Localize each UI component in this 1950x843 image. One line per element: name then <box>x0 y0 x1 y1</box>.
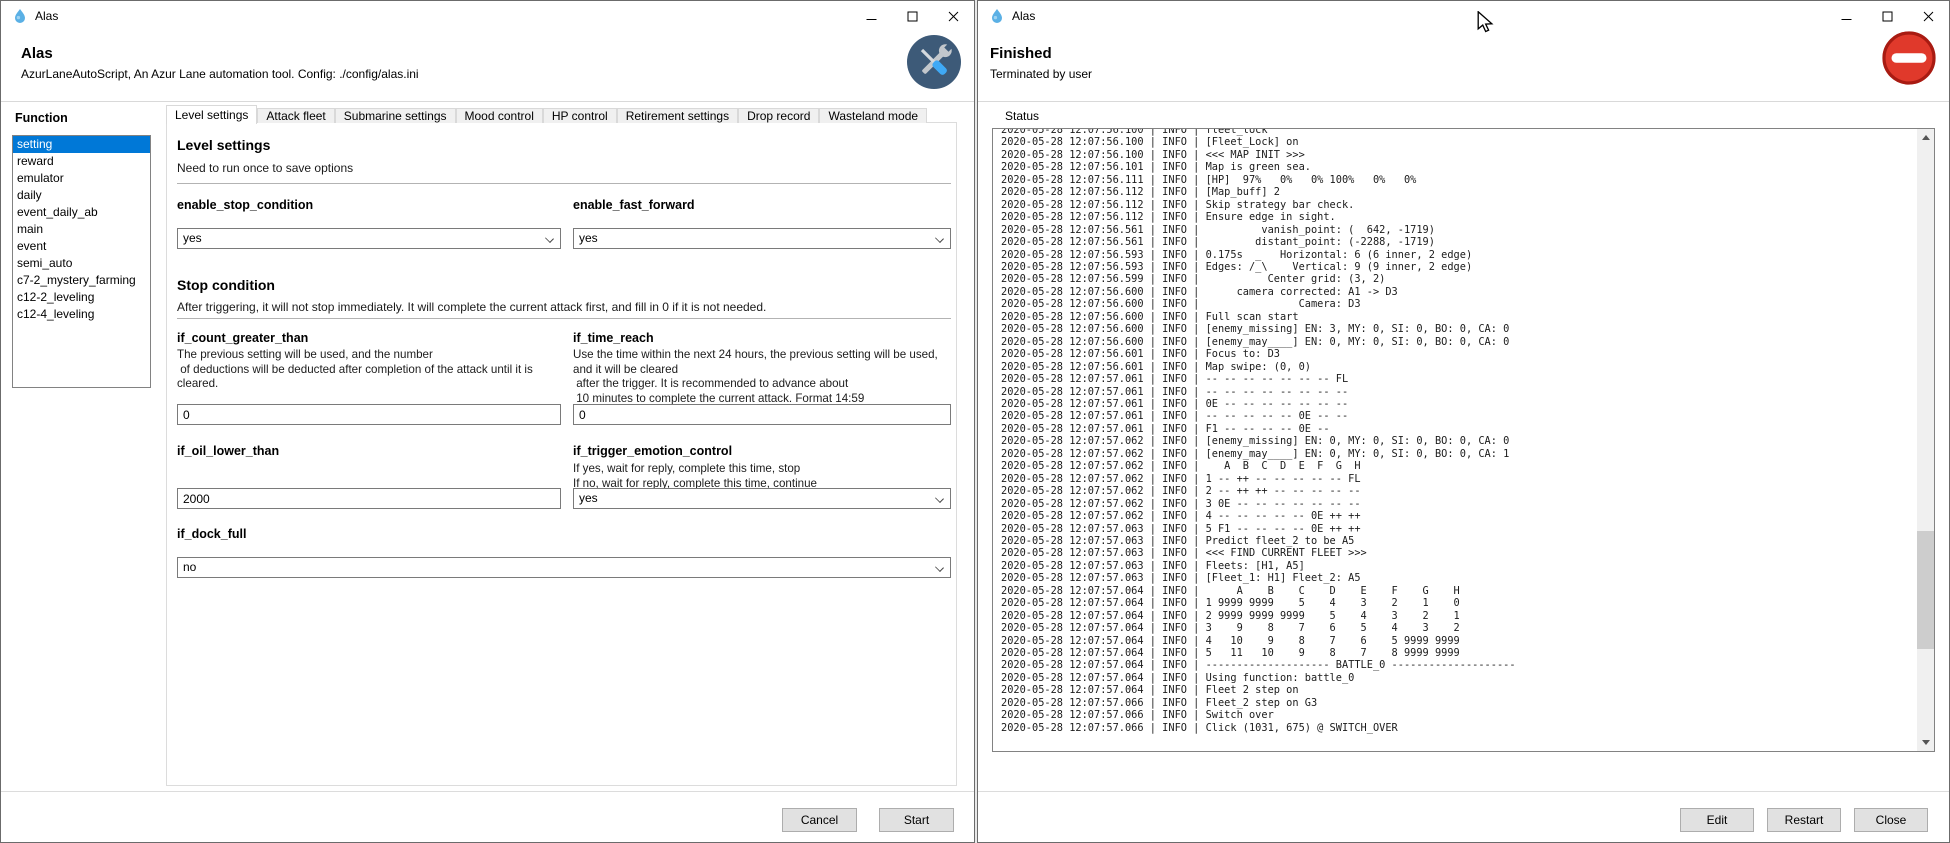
field-help: If yes, wait for reply, complete this ti… <box>573 462 951 491</box>
window-title: Alas <box>1012 9 1035 23</box>
chevron-down-icon <box>935 494 944 503</box>
caption-buttons <box>851 1 974 31</box>
close-icon[interactable] <box>1908 1 1949 31</box>
edit-button[interactable]: Edit <box>1680 808 1754 832</box>
if-trigger-emotion-control-select[interactable]: yes <box>573 488 951 509</box>
if-oil-lower-than-input[interactable] <box>177 488 561 509</box>
field-label-if-time-reach: if_time_reach <box>573 331 951 345</box>
sidebar-item-reward[interactable]: reward <box>13 153 150 170</box>
if-dock-full-select[interactable]: no <box>177 557 951 578</box>
maximize-icon[interactable] <box>1867 1 1908 31</box>
if-count-greater-than-input[interactable] <box>177 404 561 425</box>
tab-submarine-settings[interactable]: Submarine settings <box>335 108 456 123</box>
titlebar: Alas <box>1 1 974 31</box>
sidebar-item-c12-2_leveling[interactable]: c12-2_leveling <box>13 289 150 306</box>
status-subtitle: Terminated by user <box>990 67 1092 81</box>
scroll-up-icon[interactable] <box>1917 129 1934 146</box>
mouse-cursor <box>1477 11 1497 38</box>
header-divider <box>978 101 1949 102</box>
restart-button[interactable]: Restart <box>1767 808 1841 832</box>
function-list: settingrewardemulatordailyevent_daily_ab… <box>12 135 151 388</box>
enable-fast-forward-select[interactable]: yes <box>573 228 951 249</box>
tab-retirement-settings[interactable]: Retirement settings <box>617 108 738 123</box>
section-description: After triggering, it will not stop immed… <box>177 300 937 314</box>
tab-level-settings[interactable]: Level settings <box>166 105 257 124</box>
form-rule <box>177 183 951 184</box>
titlebar: Alas <box>978 1 1949 31</box>
window-title: Alas <box>35 9 58 23</box>
tab-wasteland-mode[interactable]: Wasteland mode <box>819 108 927 123</box>
if-trigger-emotion-control-value: yes <box>579 491 598 505</box>
enable-stop-condition-value: yes <box>183 231 202 245</box>
field-label-if-dock-full: if_dock_full <box>177 527 561 541</box>
enable-stop-condition-select[interactable]: yes <box>177 228 561 249</box>
tab-bar: Level settingsAttack fleetSubmarine sett… <box>166 104 927 123</box>
close-button[interactable]: Close <box>1854 808 1928 832</box>
enable-fast-forward-value: yes <box>579 231 598 245</box>
tab-mood-control[interactable]: Mood control <box>456 108 543 123</box>
minimize-icon[interactable] <box>1826 1 1867 31</box>
field-label-if-trigger-emotion-control: if_trigger_emotion_control <box>573 444 951 458</box>
field-label-if-oil-lower-than: if_oil_lower_than <box>177 444 561 458</box>
page-title: Alas <box>21 45 53 62</box>
footer: Edit Restart Close <box>978 791 1949 842</box>
sidebar-item-event_daily_ab[interactable]: event_daily_ab <box>13 204 150 221</box>
tools-icon <box>907 35 961 89</box>
sidebar-item-c12-4_leveling[interactable]: c12-4_leveling <box>13 306 150 323</box>
alas-log-window: Alas Finished Terminated by user Status … <box>977 0 1950 843</box>
field-label-if-count-greater-than: if_count_greater_than <box>177 331 561 345</box>
footer: Cancel Start <box>1 791 974 842</box>
field-label-enable-stop-condition: enable_stop_condition <box>177 198 561 212</box>
status-title: Finished <box>990 45 1052 62</box>
function-label: Function <box>15 111 68 125</box>
alas-app-icon <box>989 8 1005 24</box>
start-button[interactable]: Start <box>879 808 954 832</box>
sidebar-item-daily[interactable]: daily <box>13 187 150 204</box>
log-text: 2020-05-28 12:07:56.100 | INFO | fleet_l… <box>1001 129 1516 734</box>
maximize-icon[interactable] <box>892 1 933 31</box>
page-subtitle: AzurLaneAutoScript, An Azur Lane automat… <box>21 67 419 81</box>
sidebar-item-event[interactable]: event <box>13 238 150 255</box>
field-label-enable-fast-forward: enable_fast_forward <box>573 198 951 212</box>
header-divider <box>1 101 974 102</box>
sidebar-item-main[interactable]: main <box>13 221 150 238</box>
chevron-down-icon <box>935 563 944 572</box>
chevron-down-icon <box>545 234 554 243</box>
chevron-down-icon <box>935 234 944 243</box>
scrollbar-thumb[interactable] <box>1917 531 1934 649</box>
sidebar-item-c7-2_mystery_farming[interactable]: c7-2_mystery_farming <box>13 272 150 289</box>
scroll-down-icon[interactable] <box>1917 734 1934 751</box>
status-label: Status <box>1005 109 1039 123</box>
log-scrollbar[interactable] <box>1917 129 1934 751</box>
cancel-button[interactable]: Cancel <box>782 808 857 832</box>
stop-icon <box>1881 30 1937 86</box>
caption-buttons <box>1826 1 1949 31</box>
close-icon[interactable] <box>933 1 974 31</box>
field-help: Use the time within the next 24 hours, t… <box>573 348 951 406</box>
tab-hp-control[interactable]: HP control <box>543 108 617 123</box>
alas-config-window: Alas Alas AzurLaneAutoScript, An Azur La… <box>0 0 975 843</box>
tab-attack-fleet[interactable]: Attack fleet <box>257 108 334 123</box>
section-heading: Stop condition <box>177 277 275 293</box>
log-clip: 2020-05-28 12:07:56.100 | INFO | fleet_l… <box>1001 129 1914 751</box>
sidebar-item-semi_auto[interactable]: semi_auto <box>13 255 150 272</box>
tab-drop-record[interactable]: Drop record <box>738 108 819 123</box>
if-time-reach-input[interactable] <box>573 404 951 425</box>
alas-app-icon <box>12 8 28 24</box>
minimize-icon[interactable] <box>851 1 892 31</box>
log-viewer[interactable]: 2020-05-28 12:07:56.100 | INFO | fleet_l… <box>992 128 1935 752</box>
section-description: Need to run once to save options <box>177 161 353 175</box>
sidebar-item-emulator[interactable]: emulator <box>13 170 150 187</box>
form-rule <box>177 318 951 319</box>
if-dock-full-value: no <box>183 560 196 574</box>
section-heading: Level settings <box>177 137 270 153</box>
field-help: The previous setting will be used, and t… <box>177 348 561 392</box>
sidebar-item-setting[interactable]: setting <box>13 136 150 153</box>
